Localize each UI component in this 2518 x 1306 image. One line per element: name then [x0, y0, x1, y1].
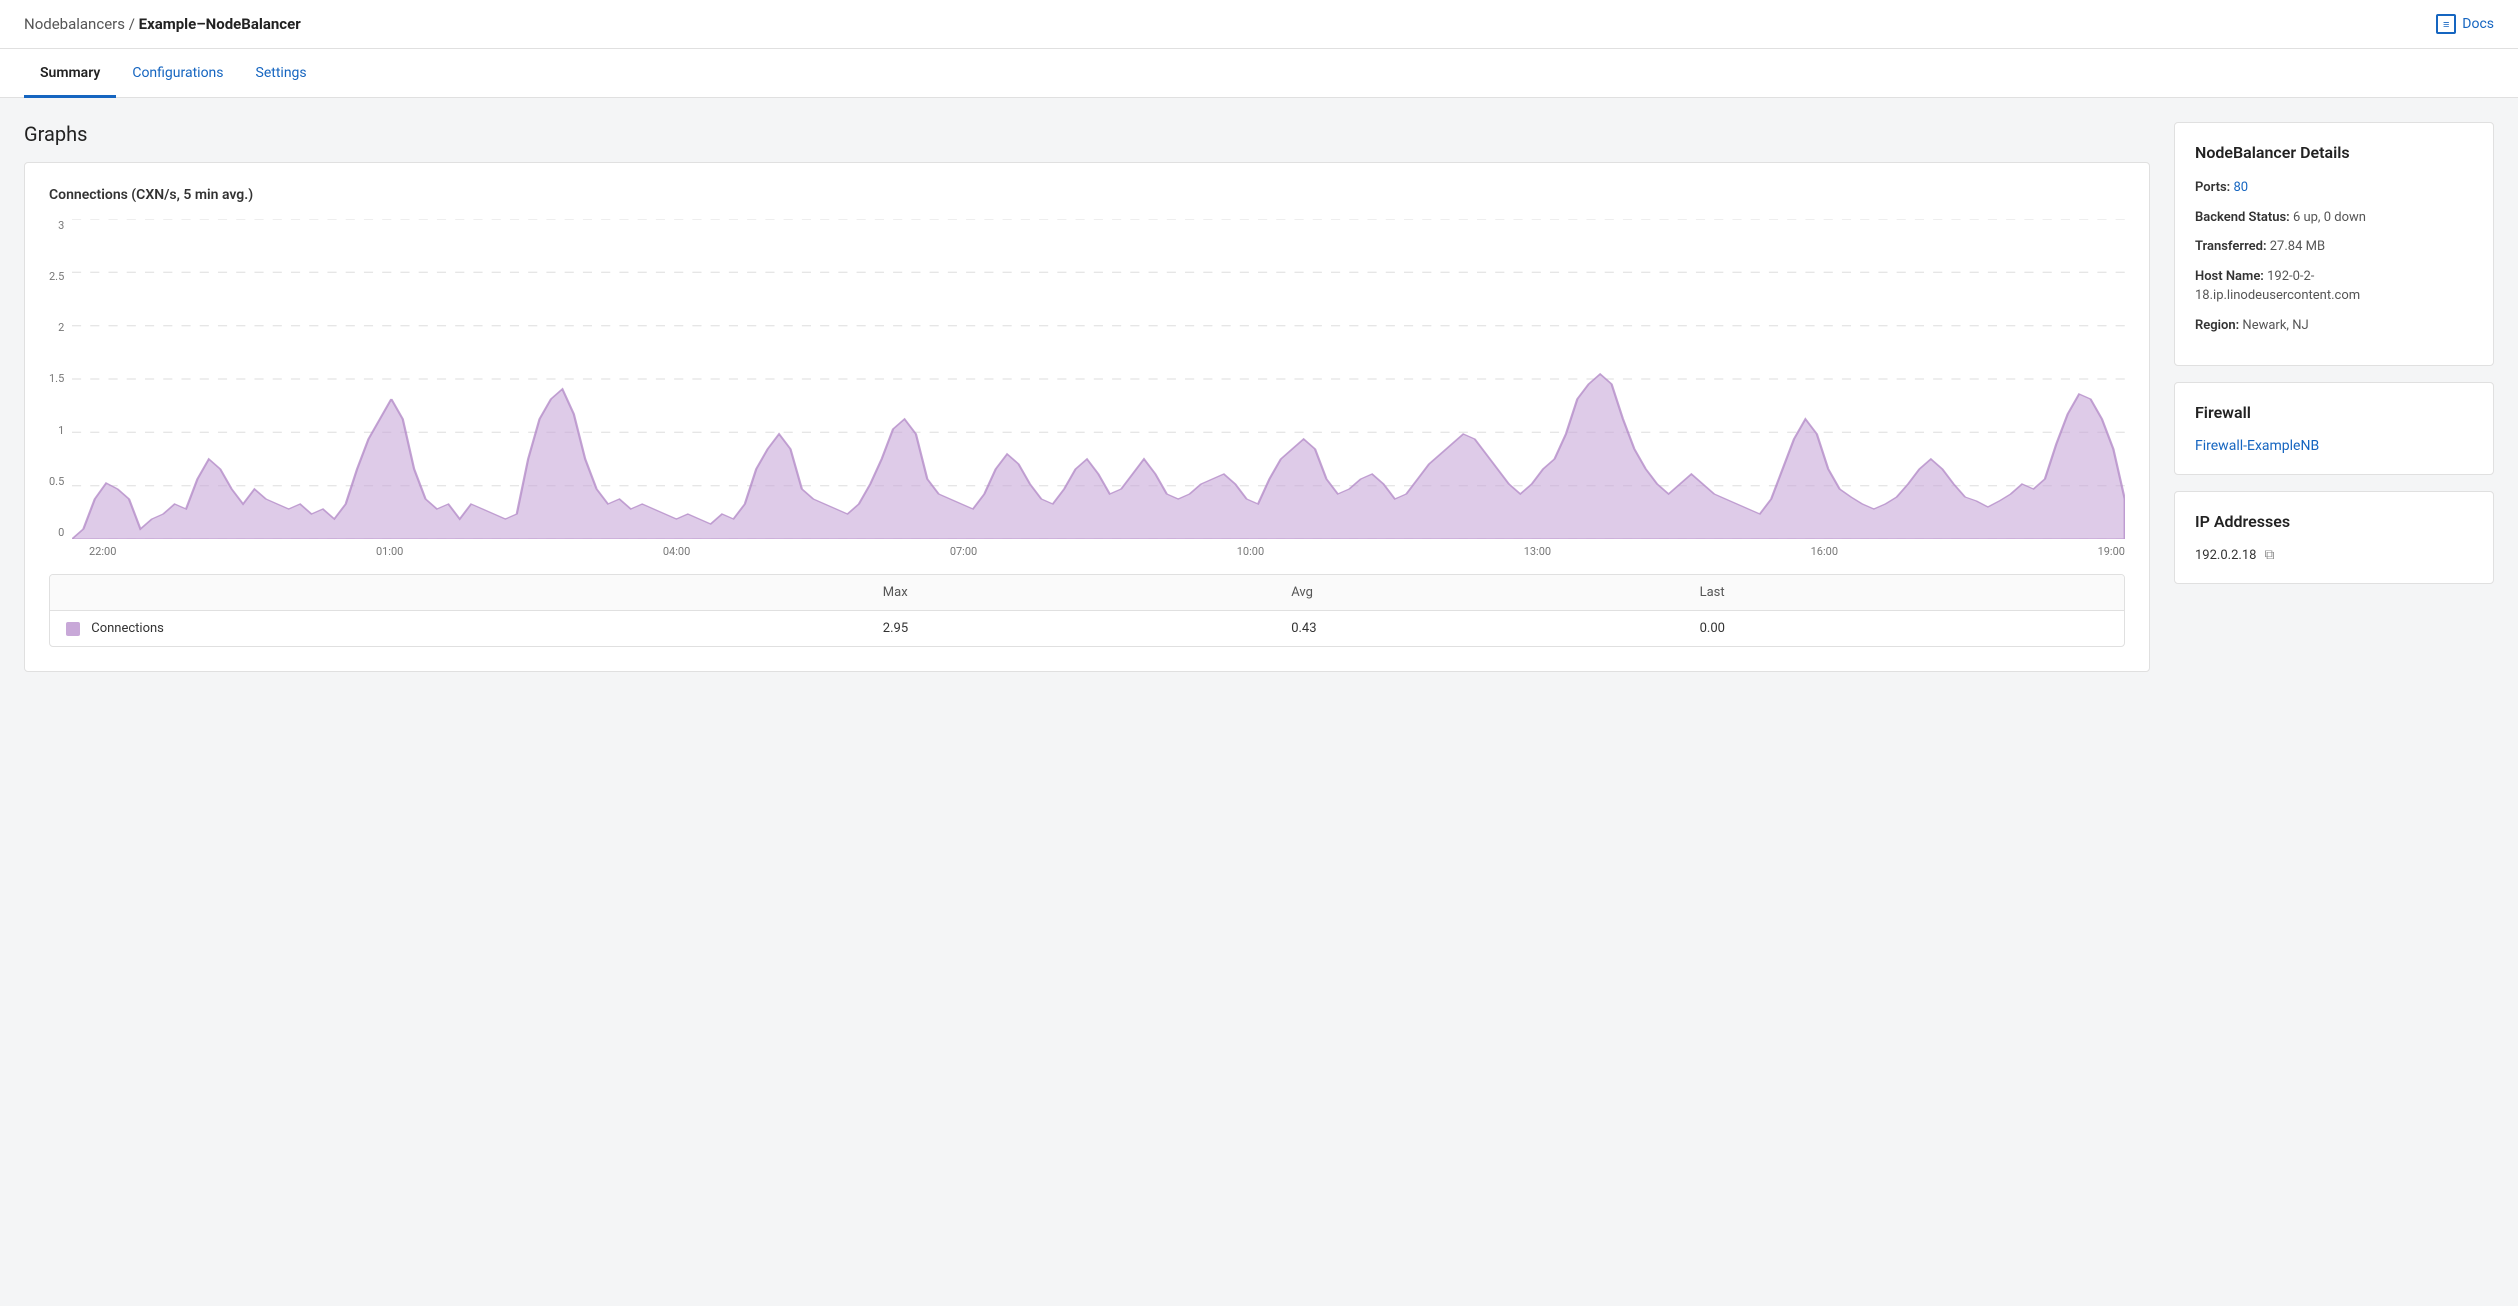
graph-card: Connections (CXN/s, 5 min avg.) 0 0.5 1 …	[24, 162, 2150, 672]
primary-ip: 192.0.2.18	[2195, 548, 2256, 563]
legend-col-avg: Avg	[1291, 585, 1699, 600]
tabs-bar: Summary Configurations Settings	[0, 49, 2518, 98]
firewall-link[interactable]: Firewall-ExampleNB	[2195, 438, 2319, 454]
right-panel: NodeBalancer Details Ports: 80 Backend S…	[2174, 122, 2494, 584]
host-name-label: Host Name:	[2195, 269, 2264, 284]
page-title: Example–NodeBalancer	[139, 15, 301, 33]
region-label: Region:	[2195, 318, 2239, 333]
ports-value[interactable]: 80	[2233, 180, 2248, 195]
main-content: Graphs Connections (CXN/s, 5 min avg.) 0…	[0, 98, 2518, 696]
left-panel: Graphs Connections (CXN/s, 5 min avg.) 0…	[24, 122, 2150, 672]
legend-table: Max Avg Last Connections 2.95 0.43 0.00	[49, 574, 2125, 647]
ports-row: Ports: 80	[2195, 178, 2473, 198]
chart-area: 0 0.5 1 1.5 2 2.5 3	[49, 219, 2125, 539]
breadcrumb: Nodebalancers / Example–NodeBalancer	[24, 15, 301, 33]
backend-status-label: Backend Status:	[2195, 210, 2290, 225]
legend-row-max: 2.95	[883, 621, 1291, 636]
breadcrumb-prefix: Nodebalancers	[24, 15, 125, 33]
graphs-section-title: Graphs	[24, 122, 2150, 146]
legend-col-max: Max	[883, 585, 1291, 600]
ip-row: 192.0.2.18 ⧉	[2195, 547, 2473, 563]
nodebalancer-details-card: NodeBalancer Details Ports: 80 Backend S…	[2174, 122, 2494, 366]
top-bar: Nodebalancers / Example–NodeBalancer ≡ D…	[0, 0, 2518, 49]
ports-label: Ports:	[2195, 180, 2230, 195]
backend-status-row: Backend Status: 6 up, 0 down	[2195, 208, 2473, 228]
chart-container	[72, 219, 2125, 539]
transferred-label: Transferred:	[2195, 239, 2267, 254]
backend-status-value: 6 up, 0 down	[2293, 210, 2366, 225]
tab-settings[interactable]: Settings	[240, 49, 323, 98]
ip-addresses-title: IP Addresses	[2195, 512, 2473, 531]
firewall-card: Firewall Firewall-ExampleNB	[2174, 382, 2494, 475]
docs-icon: ≡	[2436, 14, 2456, 34]
tab-configurations[interactable]: Configurations	[116, 49, 239, 98]
nodebalancer-details-title: NodeBalancer Details	[2195, 143, 2473, 162]
legend-header: Max Avg Last	[50, 575, 2124, 611]
docs-label: Docs	[2462, 16, 2494, 32]
graph-title: Connections (CXN/s, 5 min avg.)	[49, 187, 2125, 203]
ip-addresses-card: IP Addresses 192.0.2.18 ⧉	[2174, 491, 2494, 584]
firewall-title: Firewall	[2195, 403, 2473, 422]
legend-row-name: Connections	[91, 621, 164, 636]
breadcrumb-separator: /	[125, 15, 139, 33]
transferred-row: Transferred: 27.84 MB	[2195, 237, 2473, 257]
host-name-row: Host Name: 192-0-2-18.ip.linodeuserconte…	[2195, 267, 2473, 306]
legend-row: Connections 2.95 0.43 0.00	[50, 611, 2124, 646]
legend-col-last: Last	[1700, 585, 2108, 600]
region-value: Newark, NJ	[2242, 318, 2308, 333]
legend-row-avg: 0.43	[1291, 621, 1699, 636]
chart-svg	[72, 219, 2125, 539]
transferred-value: 27.84 MB	[2270, 239, 2325, 254]
copy-icon[interactable]: ⧉	[2264, 547, 2274, 563]
tab-summary[interactable]: Summary	[24, 49, 116, 98]
x-axis: 22:00 01:00 04:00 07:00 10:00 13:00 16:0…	[49, 545, 2125, 558]
y-axis: 0 0.5 1 1.5 2 2.5 3	[49, 219, 72, 539]
docs-link[interactable]: ≡ Docs	[2436, 14, 2494, 34]
region-row: Region: Newark, NJ	[2195, 316, 2473, 336]
legend-color	[66, 622, 80, 636]
legend-row-last: 0.00	[1700, 621, 2108, 636]
